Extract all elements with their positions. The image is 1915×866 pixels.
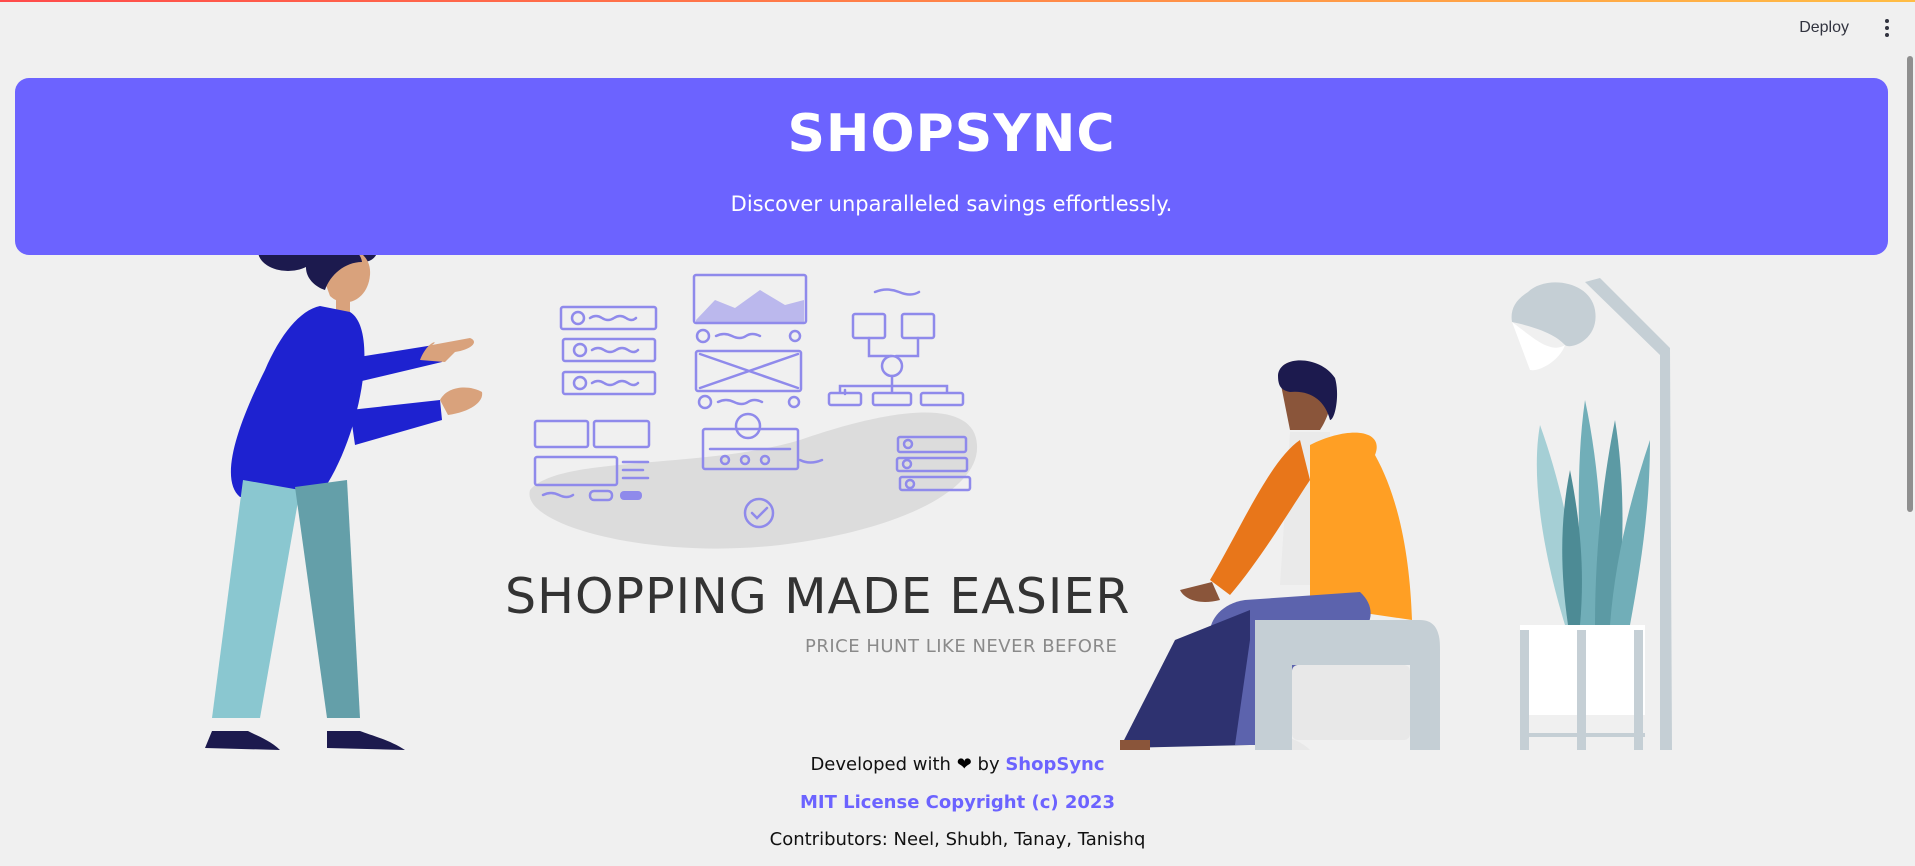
by-text: by [977, 754, 1000, 775]
banner-subtitle: Discover unparalleled savings effortless… [730, 192, 1173, 216]
hero-subheading: PRICE HUNT LIKE NEVER BEFORE [805, 636, 1118, 657]
shopsync-link[interactable]: ShopSync [1005, 754, 1104, 775]
banner-title: SHOPSYNC [787, 104, 1116, 164]
heart-icon: ❤ [956, 754, 972, 775]
developed-prefix: Developed with [810, 754, 951, 775]
footer-developed-with: Developed with ❤ by ShopSync [0, 754, 1915, 775]
license-link[interactable]: MIT License Copyright (c) 2023 [800, 792, 1115, 813]
footer-contributors: Contributors: Neel, Shubh, Tanay, Tanish… [769, 829, 1146, 850]
hero-banner: SHOPSYNC Discover unparalleled savings e… [15, 78, 1888, 255]
hero-heading: SHOPPING MADE EASIER [505, 568, 1131, 625]
footer-license: MIT License Copyright (c) 2023 [0, 792, 1915, 813]
